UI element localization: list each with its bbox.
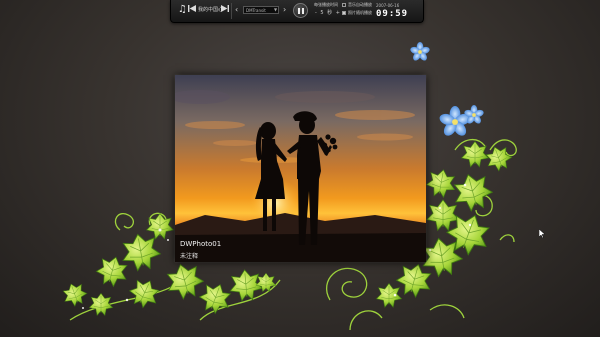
pause-icon-bar bbox=[302, 8, 304, 14]
option-label: 音乐自动播放 bbox=[348, 2, 372, 7]
checkbox-icon[interactable] bbox=[342, 3, 346, 7]
interval-label: 每张播放时间 bbox=[314, 2, 338, 7]
music-autoplay-option[interactable]: 音乐自动播放 bbox=[342, 2, 372, 8]
option-label: 照片随机播放 bbox=[348, 10, 372, 15]
music-prev-icon[interactable] bbox=[188, 5, 196, 12]
clock-date: 2007-06-16 bbox=[376, 3, 400, 8]
checkbox-checked-icon[interactable] bbox=[342, 11, 346, 15]
toolbar-divider bbox=[231, 3, 232, 19]
music-note-icon[interactable]: ♫ bbox=[178, 4, 187, 16]
mouse-cursor-icon bbox=[539, 229, 545, 238]
photo-frame[interactable]: DWPhoto01 未注释 bbox=[175, 75, 426, 262]
next-photo-button[interactable]: › bbox=[283, 5, 286, 15]
sunset-couple-photo bbox=[175, 75, 426, 262]
control-bar: ♫ 我的中国心 ‹ DMTransit ▼ › 每张播放时间 - 5 秒 + 音… bbox=[170, 0, 424, 23]
photo-name: DWPhoto01 bbox=[180, 240, 222, 248]
interval-stepper[interactable]: - 5 秒 + bbox=[315, 9, 341, 16]
pause-button[interactable] bbox=[293, 3, 308, 18]
music-title: 我的中国心 bbox=[198, 7, 224, 13]
chevron-down-icon[interactable]: ▼ bbox=[274, 7, 277, 13]
clock-time: 09:59 bbox=[376, 9, 409, 19]
music-next-icon[interactable] bbox=[221, 5, 229, 12]
random-play-option[interactable]: 照片随机播放 bbox=[342, 10, 372, 16]
previous-photo-button[interactable]: ‹ bbox=[235, 5, 238, 15]
pause-icon bbox=[298, 8, 300, 14]
photo-note: 未注释 bbox=[180, 253, 199, 260]
clock: 2007-06-16 09:59 bbox=[376, 3, 420, 19]
